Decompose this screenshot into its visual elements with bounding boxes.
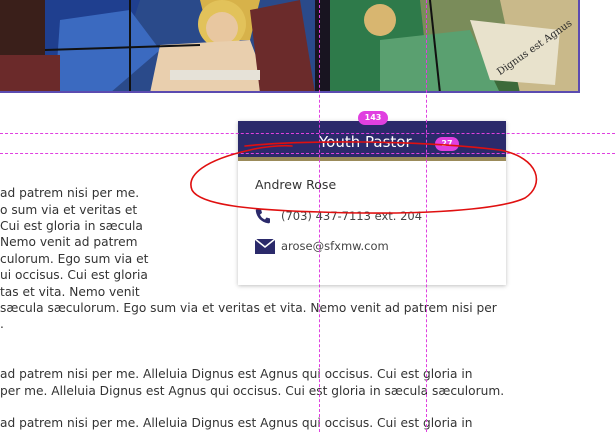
card-header: Youth Pastor <box>238 121 506 161</box>
image-bottom-border <box>0 91 580 93</box>
text-line: o sum via et veritas et <box>0 203 138 217</box>
guide-vertical-right <box>426 0 427 432</box>
stained-glass-image: Dignus est Agnus <box>0 0 580 93</box>
phone-row[interactable]: (703) 437-7113 ext. 204 <box>255 207 422 225</box>
text-line: sæcula sæculorum. Ego sum via et veritas… <box>0 301 497 315</box>
text-line: ui occisus. Cui est gloria <box>0 268 148 282</box>
phone-icon <box>255 208 275 224</box>
height-badge: 27 <box>435 137 459 151</box>
text-line: Nemo venit ad patrem <box>0 235 138 249</box>
text-line: ad patrem nisi per me. Alleluia Dignus e… <box>0 367 473 381</box>
phone-number[interactable]: (703) 437-7113 ext. 204 <box>281 209 422 223</box>
image-right-border <box>578 0 580 93</box>
guide-horizontal-bottom <box>0 153 615 154</box>
email-row[interactable]: arose@sfxmw.com <box>255 237 389 255</box>
text-line: per me. Alleluia Dignus est Agnus qui oc… <box>0 384 505 398</box>
text-line: tas et vita. Nemo venit <box>0 285 140 299</box>
card-title: Youth Pastor <box>319 133 412 151</box>
text-line: ad patrem nisi per me. Alleluia Dignus e… <box>0 416 473 430</box>
guide-horizontal-top <box>0 133 615 134</box>
text-line: Cui est gloria in sæcula <box>0 219 143 233</box>
email-link[interactable]: arose@sfxmw.com <box>281 239 389 253</box>
staff-name: Andrew Rose <box>255 177 337 192</box>
text-line: ad patrem nisi per me. <box>0 186 140 200</box>
guide-vertical-left <box>319 0 320 432</box>
text-line: . <box>0 317 4 331</box>
text-line: culorum. Ego sum via et <box>0 252 149 266</box>
envelope-icon <box>255 238 275 254</box>
staff-card: Youth Pastor Andrew Rose (703) 437-7113 … <box>238 121 506 285</box>
width-badge: 143 <box>358 111 388 125</box>
